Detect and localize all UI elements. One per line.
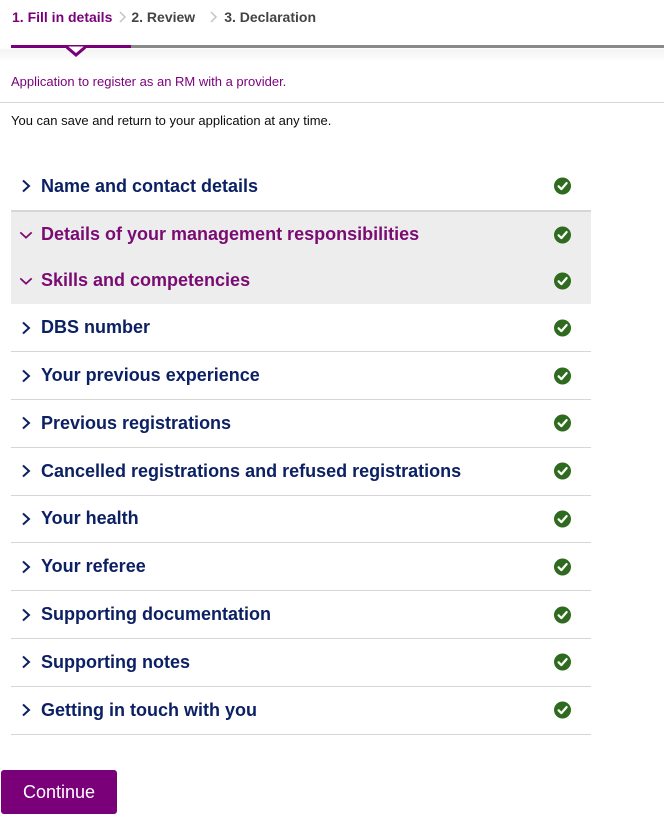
check-circle-icon (554, 272, 571, 290)
section-row[interactable]: DBS number (11, 304, 591, 353)
chevron-right-icon[interactable] (19, 321, 33, 335)
chevron-right-icon[interactable] (19, 608, 33, 622)
step-list: 1. Fill in details 2. Review 3. Declarat… (12, 9, 316, 25)
chevron-right-icon (205, 10, 222, 24)
active-step-pointer-icon (66, 45, 86, 57)
chevron-right-icon[interactable] (19, 512, 33, 526)
check-circle-icon (554, 226, 571, 244)
step-fill-in-details[interactable]: 1. Fill in details (12, 9, 112, 25)
section-link[interactable]: Your referee (41, 556, 146, 577)
check-circle-icon (554, 653, 571, 671)
section-link[interactable]: Details of your management responsibilit… (41, 224, 419, 245)
section-row[interactable]: Supporting notes (11, 639, 591, 687)
section-row[interactable]: Previous registrations (11, 400, 591, 448)
chevron-right-icon[interactable] (19, 703, 33, 717)
section-link[interactable]: Skills and competencies (41, 270, 250, 291)
check-circle-icon (554, 606, 571, 624)
application-title: Application to register as an RM with a … (11, 74, 287, 89)
section-link[interactable]: Supporting documentation (41, 604, 271, 625)
section-link[interactable]: Previous registrations (41, 413, 231, 434)
section-link[interactable]: DBS number (41, 317, 150, 338)
section-link[interactable]: Your health (41, 508, 139, 529)
section-link[interactable]: Cancelled registrations and refused regi… (41, 461, 461, 482)
section-link[interactable]: Name and contact details (41, 176, 258, 197)
chevron-down-icon[interactable] (19, 228, 33, 242)
chevron-down-icon[interactable] (19, 274, 33, 288)
chevron-right-icon[interactable] (19, 369, 33, 383)
application-sections: Name and contact details Details of your … (11, 163, 591, 735)
section-link[interactable]: Supporting notes (41, 652, 190, 673)
check-circle-icon (554, 510, 571, 528)
chevron-right-icon[interactable] (19, 560, 33, 574)
continue-button[interactable]: Continue (1, 770, 117, 814)
section-link[interactable]: Your previous experience (41, 365, 260, 386)
check-circle-icon (554, 414, 571, 432)
chevron-right-icon[interactable] (19, 416, 33, 430)
section-row[interactable]: Your health (11, 496, 591, 544)
check-circle-icon (554, 701, 571, 719)
section-row[interactable]: Your referee (11, 543, 591, 592)
divider (0, 102, 664, 103)
check-circle-icon (554, 462, 571, 480)
check-circle-icon (554, 558, 571, 576)
section-row[interactable]: Skills and competencies (11, 257, 591, 305)
progress-stepper: 1. Fill in details 2. Review 3. Declarat… (0, 0, 664, 62)
step-declaration[interactable]: 3. Declaration (224, 9, 316, 25)
chevron-right-icon (114, 10, 131, 24)
section-row[interactable]: Getting in touch with you (11, 687, 591, 735)
check-circle-icon (554, 177, 571, 195)
section-link[interactable]: Getting in touch with you (41, 700, 257, 721)
section-row[interactable]: Details of your management responsibilit… (11, 210, 591, 258)
section-row[interactable]: Supporting documentation (11, 591, 591, 639)
chevron-right-icon[interactable] (19, 655, 33, 669)
save-note: You can save and return to your applicat… (11, 113, 332, 128)
section-row[interactable]: Your previous experience (11, 352, 591, 400)
chevron-right-icon[interactable] (19, 179, 33, 193)
section-row[interactable]: Cancelled registrations and refused regi… (11, 448, 591, 496)
chevron-right-icon[interactable] (19, 464, 33, 478)
section-row[interactable]: Name and contact details (11, 163, 591, 211)
step-review[interactable]: 2. Review (131, 9, 195, 25)
check-circle-icon (554, 367, 571, 385)
check-circle-icon (554, 319, 571, 337)
